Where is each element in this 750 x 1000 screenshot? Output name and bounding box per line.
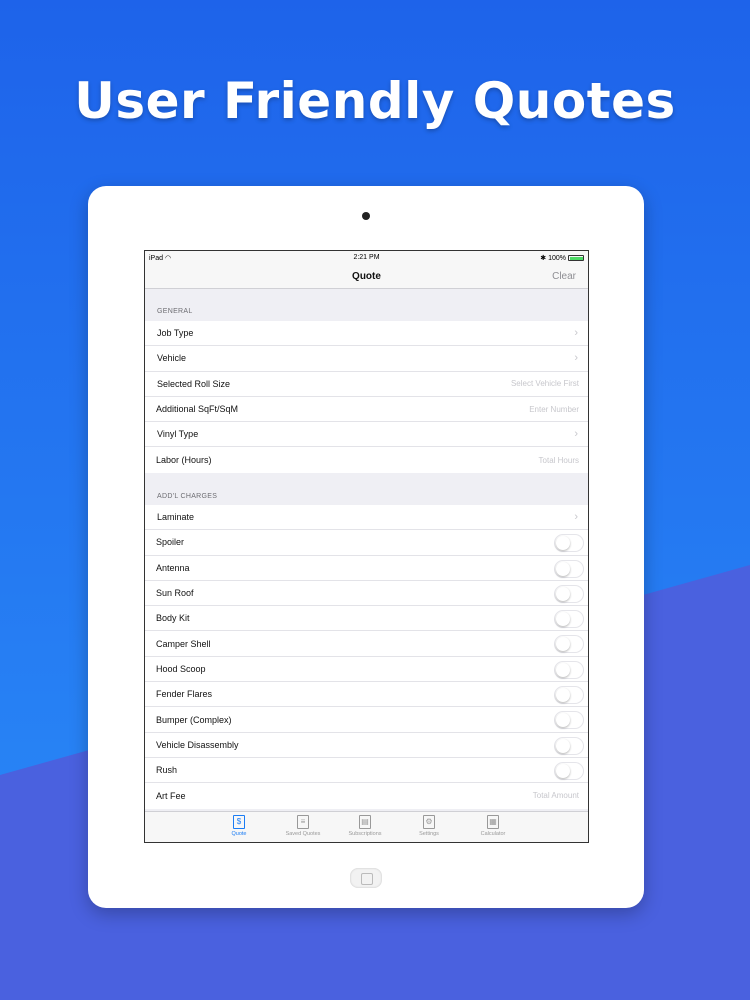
row-art-fee[interactable]: Art Fee Total Amount (145, 783, 588, 808)
body-kit-toggle[interactable] (554, 610, 584, 629)
row-fender-flares: Fender Flares (145, 682, 588, 708)
chevron-right-icon: › (574, 327, 578, 340)
status-time: 2:21 PM (353, 254, 380, 261)
row-vehicle[interactable]: Vehicle › (145, 346, 588, 372)
tab-label: Settings (419, 831, 439, 837)
row-selected-roll-size[interactable]: Selected Roll Size Select Vehicle First (145, 372, 588, 397)
row-labor-hours[interactable]: Labor (Hours) Total Hours (145, 447, 588, 472)
tab-label: Quote (231, 831, 247, 837)
row-label: Antenna (156, 562, 190, 573)
row-label: Art Fee (156, 790, 186, 801)
ipad-device-frame: iPad ◠ 2:21 PM ✱ 100% Quote Clear GENERA… (88, 186, 644, 908)
row-hood-scoop: Hood Scoop (145, 657, 588, 683)
navigation-bar: Quote Clear (145, 265, 588, 289)
tab-calculator[interactable]: ▦ Calculator (463, 815, 523, 837)
subscriptions-icon: ▤ (359, 815, 371, 829)
calculator-icon: ▦ (487, 815, 499, 829)
row-label: Additional SqFt/SqM (156, 404, 239, 415)
tab-label: Saved Quotes (285, 831, 321, 837)
row-body-kit: Body Kit (145, 606, 588, 632)
dollar-icon: $ (233, 815, 245, 829)
roll-size-placeholder: Select Vehicle First (510, 379, 579, 389)
section-header-general: GENERAL (157, 308, 193, 315)
row-label: Hood Scoop (156, 663, 206, 674)
art-fee-input[interactable]: Total Amount (533, 791, 579, 800)
row-label: Bumper (Complex) (156, 714, 232, 725)
row-label: Fender Flares (156, 689, 213, 700)
row-antenna: Antenna (145, 556, 588, 581)
row-label: Camper Shell (156, 638, 211, 649)
row-camper-shell: Camper Shell (145, 631, 588, 657)
sun-roof-toggle[interactable] (554, 584, 584, 603)
row-spoiler: Spoiler (145, 530, 588, 556)
nav-title: Quote (352, 271, 381, 282)
tab-label: Subscriptions (348, 831, 382, 837)
clear-button[interactable]: Clear (552, 271, 576, 282)
status-bar: iPad ◠ 2:21 PM ✱ 100% (145, 251, 588, 265)
status-right: ✱ 100% (540, 254, 584, 262)
spoiler-toggle[interactable] (554, 534, 584, 553)
fender-flares-toggle[interactable] (554, 686, 584, 705)
home-button[interactable] (350, 868, 382, 888)
row-vehicle-disassembly: Vehicle Disassembly (145, 733, 588, 758)
row-label: Job Type (157, 328, 194, 339)
section-header-charges: ADD'L CHARGES (157, 493, 218, 500)
tab-quote[interactable]: $ Quote (209, 815, 269, 837)
tab-label: Calculator (480, 831, 506, 837)
row-job-type[interactable]: Job Type › (145, 321, 588, 347)
bumper-complex-toggle[interactable] (554, 711, 584, 730)
row-label: Vehicle (157, 353, 187, 364)
row-laminate[interactable]: Laminate › (145, 505, 588, 531)
row-label: Rush (156, 765, 178, 776)
row-sun-roof: Sun Roof (145, 581, 588, 607)
row-label: Spoiler (156, 537, 185, 548)
battery-percent: 100% (548, 254, 566, 262)
hood-scoop-toggle[interactable] (554, 660, 584, 679)
list-icon: ≡ (297, 815, 309, 829)
chevron-right-icon: › (574, 428, 578, 441)
battery-icon (568, 255, 584, 261)
row-label: Body Kit (156, 613, 190, 624)
row-label: Sun Roof (156, 588, 194, 599)
chevron-right-icon: › (574, 352, 578, 365)
row-additional-sqft[interactable]: Additional SqFt/SqM Enter Number (145, 397, 588, 423)
bluetooth-icon: ✱ (540, 255, 547, 262)
row-bumper-complex: Bumper (Complex) (145, 707, 588, 733)
row-label: Vehicle Disassembly (156, 739, 239, 750)
vehicle-disassembly-toggle[interactable] (554, 736, 584, 755)
charges-section: Laminate › Spoiler Antenna Sun Roof Body… (145, 505, 588, 809)
chevron-right-icon: › (574, 511, 578, 524)
additional-sqft-input[interactable]: Enter Number (529, 405, 579, 414)
general-section: Job Type › Vehicle › Selected Roll Size … (145, 321, 588, 473)
camera-icon (362, 212, 370, 220)
row-rush: Rush (145, 758, 588, 784)
row-label: Selected Roll Size (157, 378, 231, 389)
tab-saved-quotes[interactable]: ≡ Saved Quotes (273, 815, 333, 837)
tab-subscriptions[interactable]: ▤ Subscriptions (335, 815, 395, 837)
labor-hours-input[interactable]: Total Hours (539, 456, 579, 465)
row-vinyl-type[interactable]: Vinyl Type › (145, 422, 588, 448)
row-label: Laminate (157, 512, 195, 523)
tab-settings[interactable]: ⚙ Settings (399, 815, 459, 837)
row-label: Labor (Hours) (156, 455, 212, 466)
antenna-toggle[interactable] (554, 559, 584, 578)
headline: User Friendly Quotes (74, 72, 676, 130)
rush-toggle[interactable] (554, 761, 584, 780)
app-screen: iPad ◠ 2:21 PM ✱ 100% Quote Clear GENERA… (144, 250, 589, 843)
gear-icon: ⚙ (423, 815, 435, 829)
camper-shell-toggle[interactable] (554, 635, 584, 654)
tab-bar: $ Quote ≡ Saved Quotes ▤ Subscriptions ⚙… (145, 811, 588, 842)
row-label: Vinyl Type (157, 429, 199, 440)
